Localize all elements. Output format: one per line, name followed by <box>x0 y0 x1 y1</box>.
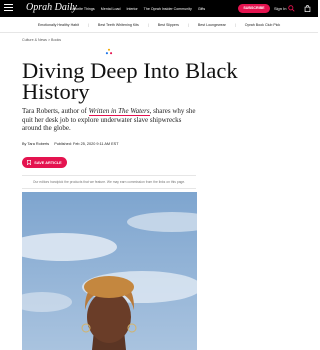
save-article-label: SAVE ARTICLE <box>34 160 62 165</box>
trending-nav: Emotionally Healthy Habit | Best Teeth W… <box>0 17 318 33</box>
subnav-separator: | <box>234 22 236 27</box>
search-icon[interactable] <box>288 5 295 12</box>
subnav-separator: | <box>87 22 89 27</box>
publish-date: Published: Feb 25, 2020 9:11 AM EST <box>54 142 119 146</box>
primary-nav: Favorite Things Mental Load Interior The… <box>70 0 205 17</box>
subscribe-button[interactable]: SUBSCRIBE <box>238 4 270 13</box>
shopping-bag-icon[interactable] <box>304 5 311 12</box>
page-title: Diving Deep Into Black History <box>22 58 238 104</box>
breadcrumb[interactable]: Culture & News > Books <box>22 38 61 42</box>
nav-item-interior[interactable]: Interior <box>126 7 137 11</box>
author-name[interactable]: By Tara Roberts <box>22 142 49 146</box>
nav-item-mental-load[interactable]: Mental Load <box>101 7 121 11</box>
subnav-item[interactable]: Best Teeth Whitening Kits <box>98 23 139 27</box>
sign-in-link[interactable]: Sign In <box>274 0 286 17</box>
nav-item-oprah-insider[interactable]: The Oprah Insider Community <box>144 7 192 11</box>
hero-image <box>22 192 197 350</box>
save-article-button[interactable]: SAVE ARTICLE <box>22 157 67 168</box>
subnav-item[interactable]: Emotionally Healthy Habit <box>38 23 79 27</box>
subnav-item[interactable]: Oprah Book Club Pick <box>245 23 280 27</box>
subnav-item[interactable]: Best Slippers <box>158 23 179 27</box>
byline: By Tara Roberts Published: Feb 25, 2020 … <box>22 142 119 146</box>
menu-icon[interactable] <box>4 4 13 12</box>
divider <box>22 188 196 189</box>
article-dek: Tara Roberts, author of Written in The W… <box>22 107 196 133</box>
nav-item-gifts[interactable]: Gifts <box>198 7 205 11</box>
subnav-separator: | <box>187 22 189 27</box>
loading-dots-icon <box>105 48 113 55</box>
bookmark-icon <box>27 160 32 165</box>
nav-item-favorite-things[interactable]: Favorite Things <box>70 7 95 11</box>
top-nav-bar: Oprah Daily Favorite Things Mental Load … <box>0 0 318 17</box>
subnav-item[interactable]: Best Loungewear <box>198 23 226 27</box>
divider <box>22 175 196 176</box>
affiliate-disclosure: Our editors handpick the products that w… <box>32 180 186 184</box>
subnav-separator: | <box>147 22 149 27</box>
